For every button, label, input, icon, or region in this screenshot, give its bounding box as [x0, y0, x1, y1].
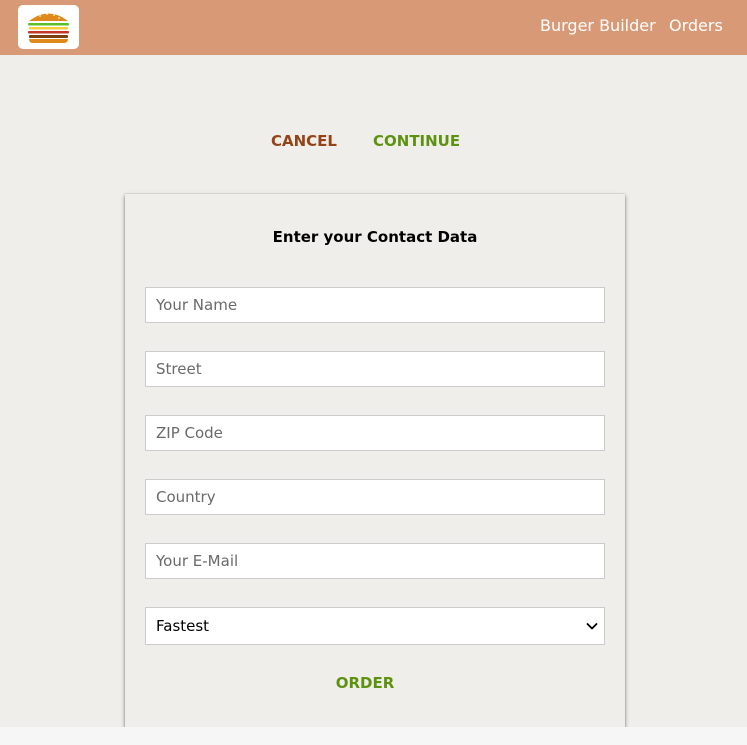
delivery-method-select[interactable]: Fastest [145, 607, 605, 645]
cancel-button[interactable]: CANCEL [271, 132, 337, 150]
toolbar: Burger Builder Orders [0, 0, 747, 55]
contact-data-title: Enter your Contact Data [272, 228, 478, 246]
continue-button[interactable]: CONTINUE [373, 132, 460, 150]
order-button[interactable]: ORDER [125, 674, 605, 692]
contact-data-card: Enter your Contact Data Fastest ORDER [125, 194, 625, 727]
chevron-down-icon [586, 623, 598, 630]
street-field[interactable] [145, 351, 605, 387]
delivery-method-value: Fastest [156, 617, 210, 635]
bottom-strip [0, 727, 747, 745]
burger-logo-icon [28, 13, 69, 43]
nav-burger-builder[interactable]: Burger Builder [540, 0, 656, 55]
logo[interactable] [18, 5, 79, 49]
nav-orders[interactable]: Orders [669, 0, 723, 55]
zip-code-field[interactable] [145, 415, 605, 451]
email-field[interactable] [145, 543, 605, 579]
country-field[interactable] [145, 479, 605, 515]
name-field[interactable] [145, 287, 605, 323]
